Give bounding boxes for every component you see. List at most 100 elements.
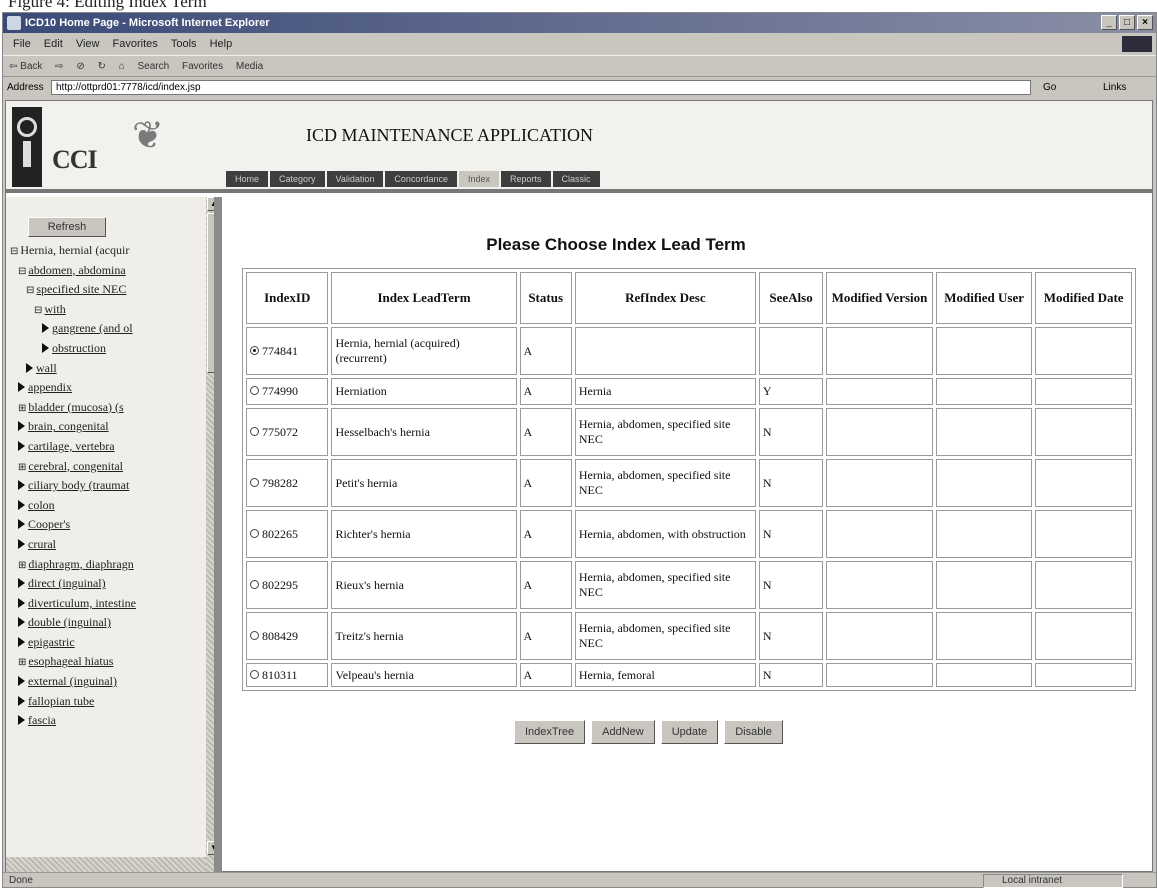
tree-node-label[interactable]: diverticulum, intestine bbox=[28, 596, 136, 610]
menu-help[interactable]: Help bbox=[210, 38, 233, 50]
tree-node[interactable]: ⊞ cerebral, congenital bbox=[6, 457, 206, 477]
expand-arrow-icon[interactable] bbox=[18, 538, 25, 549]
tree-node-label[interactable]: appendix bbox=[28, 380, 72, 394]
tab-validation[interactable]: Validation bbox=[326, 171, 384, 187]
menu-favorites[interactable]: Favorites bbox=[113, 38, 158, 50]
expand-arrow-icon[interactable] bbox=[18, 480, 25, 491]
tree-node[interactable]: epigastric bbox=[6, 633, 206, 653]
tree-node[interactable]: ⊟ with bbox=[6, 300, 206, 320]
tree-node[interactable]: ⊞ diaphragm, diaphragn bbox=[6, 555, 206, 575]
tree-node[interactable]: ⊞ bladder (mucosa) (s bbox=[6, 398, 206, 418]
tree-node[interactable]: ⊟ Hernia, hernial (acquir bbox=[6, 241, 206, 261]
expand-arrow-icon[interactable] bbox=[18, 519, 25, 530]
tree-node[interactable]: Cooper's bbox=[6, 515, 206, 535]
tree-node[interactable]: fascia bbox=[6, 711, 206, 731]
tree-node[interactable]: ⊞ esophageal hiatus bbox=[6, 652, 206, 672]
addnew-button[interactable]: AddNew bbox=[591, 720, 655, 744]
minimize-icon[interactable]: _ bbox=[1101, 15, 1117, 30]
expand-arrow-icon[interactable] bbox=[18, 636, 25, 647]
row-select-radio[interactable] bbox=[250, 426, 259, 436]
tree-node-label[interactable]: cerebral, congenital bbox=[28, 459, 123, 473]
refresh-button[interactable]: Refresh bbox=[28, 217, 106, 237]
tree-node-label[interactable]: obstruction bbox=[52, 341, 106, 355]
tree-node[interactable]: fallopian tube bbox=[6, 692, 206, 712]
expand-arrow-icon[interactable] bbox=[18, 382, 25, 393]
collapse-toggle-icon[interactable]: ⊞ bbox=[18, 462, 26, 473]
tree-node-label[interactable]: Hernia, hernial (acquir bbox=[20, 243, 129, 257]
expand-arrow-icon[interactable] bbox=[42, 342, 49, 353]
scroll-down-icon[interactable]: ▼ bbox=[207, 841, 214, 855]
tree-node-label[interactable]: diaphragm, diaphragn bbox=[28, 557, 133, 571]
collapse-toggle-icon[interactable]: ⊞ bbox=[18, 657, 26, 668]
expand-arrow-icon[interactable] bbox=[18, 715, 25, 726]
tree-node[interactable]: diverticulum, intestine bbox=[6, 594, 206, 614]
collapse-toggle-icon[interactable]: ⊟ bbox=[26, 285, 34, 296]
expand-arrow-icon[interactable] bbox=[18, 578, 25, 589]
tree-node-label[interactable]: direct (inguinal) bbox=[28, 576, 106, 590]
back-button[interactable]: ⇦ Back bbox=[9, 61, 42, 72]
tree-node-label[interactable]: specified site NEC bbox=[36, 282, 126, 296]
search-button[interactable]: Search bbox=[138, 61, 170, 72]
expand-arrow-icon[interactable] bbox=[42, 323, 49, 334]
indextree-button[interactable]: IndexTree bbox=[514, 720, 586, 744]
expand-arrow-icon[interactable] bbox=[18, 676, 25, 687]
tree-node-label[interactable]: external (inguinal) bbox=[28, 674, 117, 688]
tree-node-label[interactable]: fallopian tube bbox=[28, 694, 94, 708]
tree-node-label[interactable]: colon bbox=[28, 498, 55, 512]
tree-node-label[interactable]: double (inguinal) bbox=[28, 615, 111, 629]
favorites-button[interactable]: Favorites bbox=[182, 61, 223, 72]
tree-node[interactable]: wall bbox=[6, 359, 206, 379]
row-select-radio[interactable] bbox=[250, 528, 259, 538]
update-button[interactable]: Update bbox=[660, 720, 719, 744]
tree-node-label[interactable]: abdomen, abdomina bbox=[28, 263, 125, 277]
home-button[interactable]: ⌂ bbox=[119, 61, 125, 72]
row-select-radio[interactable] bbox=[250, 630, 259, 640]
tree-node[interactable]: double (inguinal) bbox=[6, 613, 206, 633]
tree-node-label[interactable]: cartilage, vertebra bbox=[28, 439, 115, 453]
tree-node-label[interactable]: ciliary body (traumat bbox=[28, 478, 129, 492]
address-input[interactable]: http://ottprd01:7778/icd/index.jsp bbox=[51, 80, 1031, 95]
tab-category[interactable]: Category bbox=[270, 171, 325, 187]
tab-reports[interactable]: Reports bbox=[501, 171, 551, 187]
collapse-toggle-icon[interactable]: ⊞ bbox=[18, 403, 26, 414]
forward-button[interactable]: ⇨ bbox=[55, 61, 63, 72]
tree-node-label[interactable]: crural bbox=[28, 537, 56, 551]
tree-node-label[interactable]: wall bbox=[36, 361, 57, 375]
row-select-radio[interactable] bbox=[250, 477, 259, 487]
collapse-toggle-icon[interactable]: ⊞ bbox=[18, 560, 26, 571]
expand-arrow-icon[interactable] bbox=[18, 499, 25, 510]
menu-tools[interactable]: Tools bbox=[171, 38, 197, 50]
media-button[interactable]: Media bbox=[236, 61, 263, 72]
tree-node[interactable]: colon bbox=[6, 496, 206, 516]
collapse-toggle-icon[interactable]: ⊟ bbox=[34, 305, 42, 316]
menu-file[interactable]: File bbox=[13, 38, 31, 50]
links-button[interactable]: Links bbox=[1103, 77, 1126, 98]
tree-node[interactable]: ⊟ abdomen, abdomina bbox=[6, 261, 206, 281]
disable-button[interactable]: Disable bbox=[724, 720, 783, 744]
sidebar-horizontal-scrollbar[interactable] bbox=[6, 857, 206, 873]
scroll-thumb[interactable] bbox=[207, 213, 214, 373]
tab-classic[interactable]: Classic bbox=[552, 171, 600, 187]
collapse-toggle-icon[interactable]: ⊟ bbox=[10, 246, 18, 257]
tree-node[interactable]: ⊟ specified site NEC bbox=[6, 280, 206, 300]
tree-node-label[interactable]: Cooper's bbox=[28, 517, 70, 531]
row-select-radio[interactable] bbox=[250, 669, 259, 679]
tab-concordance[interactable]: Concordance bbox=[385, 171, 457, 187]
tree-node[interactable]: external (inguinal) bbox=[6, 672, 206, 692]
refresh-button[interactable]: ↻ bbox=[98, 61, 106, 72]
collapse-toggle-icon[interactable]: ⊟ bbox=[18, 266, 26, 277]
row-select-radio[interactable] bbox=[250, 386, 259, 395]
expand-arrow-icon[interactable] bbox=[18, 617, 25, 628]
tree-node-label[interactable]: brain, congenital bbox=[28, 419, 109, 433]
tree-node-label[interactable]: with bbox=[44, 302, 65, 316]
tree-node-label[interactable]: gangrene (and ol bbox=[52, 321, 133, 335]
row-select-radio[interactable] bbox=[250, 579, 259, 589]
expand-arrow-icon[interactable] bbox=[18, 440, 25, 451]
tree-node[interactable]: cartilage, vertebra bbox=[6, 437, 206, 457]
tree-node-label[interactable]: esophageal hiatus bbox=[28, 654, 113, 668]
tree-node-label[interactable]: fascia bbox=[28, 713, 56, 727]
expand-arrow-icon[interactable] bbox=[18, 695, 25, 706]
expand-arrow-icon[interactable] bbox=[18, 421, 25, 432]
maximize-icon[interactable]: □ bbox=[1119, 15, 1135, 30]
row-select-radio[interactable] bbox=[250, 345, 259, 355]
